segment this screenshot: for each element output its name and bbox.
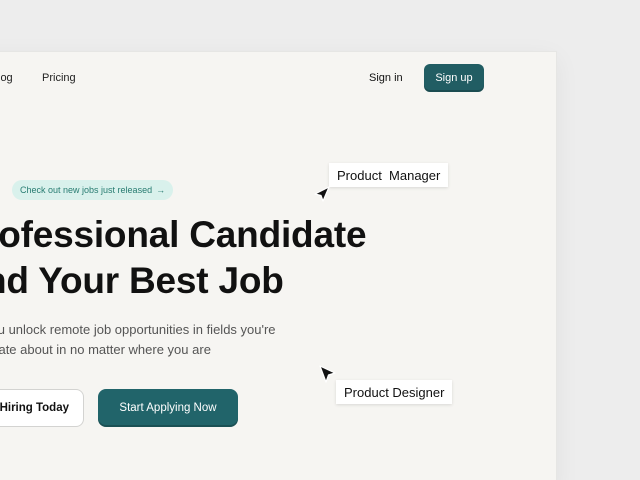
new-jobs-badge[interactable]: Check out new jobs just released → [12,180,174,200]
product-designer-tag-label: Product Designer [344,384,445,400]
hiring-today-button-label: Hiring Today [0,402,69,414]
product-manager-tag: Product Manager [329,163,449,187]
cursor-pointer-icon [319,365,336,383]
hero-description-line1: you unlock remote job opportunities in f… [0,322,276,337]
hiring-today-button[interactable]: Hiring Today [0,389,84,427]
signup-button[interactable]: Sign up [424,64,484,92]
start-applying-button-label: Start Applying Now [119,402,217,414]
hero-headline-line2: nd Your Best Job [0,260,284,301]
product-designer-tag: Product Designer [336,380,453,404]
start-applying-button[interactable]: Start Applying Now [98,389,238,427]
nav-link-pricing[interactable]: Pricing [42,72,76,84]
viewport: log Pricing Sign in Sign up Check out ne… [0,0,640,480]
arrow-right-icon: → [156,185,166,195]
signup-button-label: Sign up [435,72,473,84]
product-manager-tag-label: Product Manager [337,167,441,183]
signin-link[interactable]: Sign in [369,72,403,84]
cursor-pointer-icon [314,186,330,202]
hero-description-line2: onate about in no matter where you are [0,342,211,357]
new-jobs-badge-label: Check out new jobs just released [20,185,153,195]
nav-link-blog[interactable]: log [0,72,13,84]
hero-headline-line1: rofessional Candidate [0,214,367,255]
